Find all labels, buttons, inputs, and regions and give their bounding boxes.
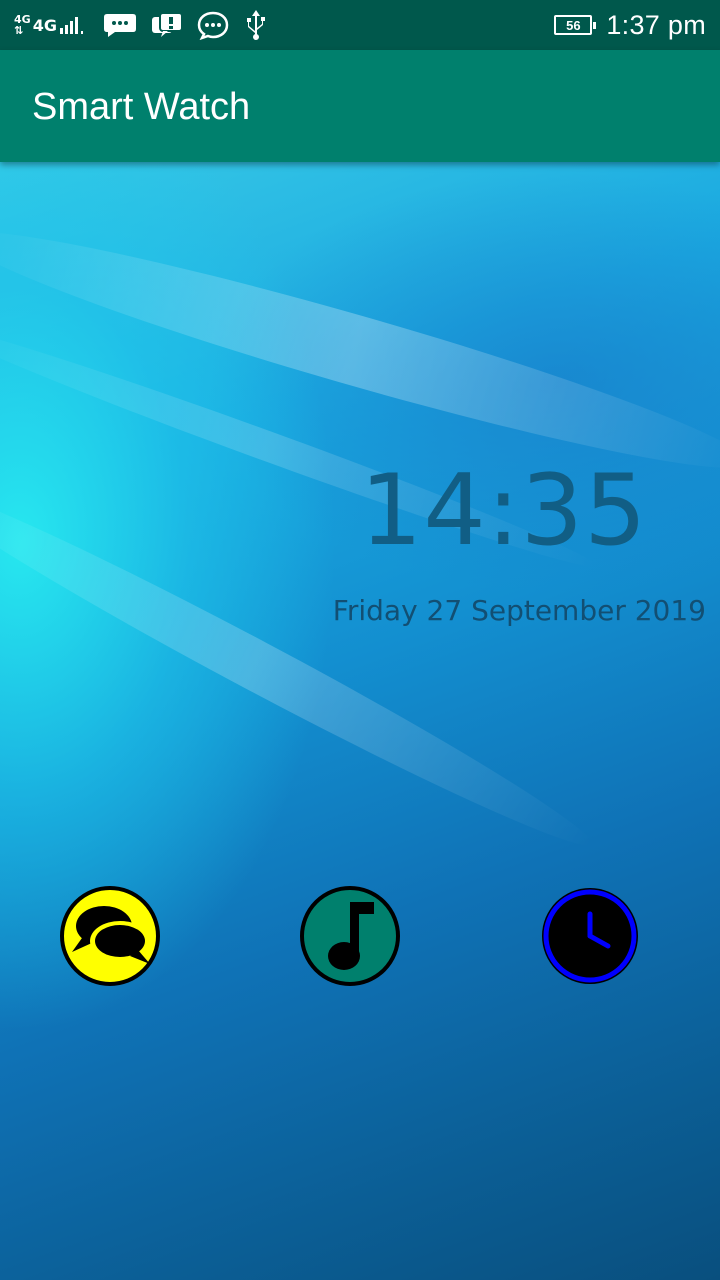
- clock-icon[interactable]: [540, 886, 640, 986]
- light-streak: [0, 203, 720, 497]
- watch-time: 14:35: [360, 454, 648, 568]
- status-icons-right: 56 1:37 pm: [554, 8, 706, 42]
- battery-level: 56: [566, 17, 581, 33]
- message-icon: [103, 14, 136, 37]
- phone-screen: 4G ⇅ 4G 56 1:37 pm Smart Watch 14:35 Fri…: [0, 0, 720, 1280]
- status-bar: 4G ⇅ 4G 56 1:37 pm: [0, 0, 720, 50]
- wallpaper: 14:35 Friday 27 September 2019: [0, 162, 720, 1280]
- watch-date: Friday 27 September 2019: [332, 594, 706, 627]
- music-icon[interactable]: [300, 886, 400, 986]
- signal-bars-icon: [59, 17, 83, 34]
- status-icons-left: 4G ⇅ 4G: [14, 8, 269, 42]
- signal-icon: 4G ⇅ 4G: [14, 14, 89, 36]
- app-bar: Smart Watch: [0, 50, 720, 162]
- messages-icon[interactable]: [60, 886, 160, 986]
- chat-notification-icon: [151, 12, 183, 37]
- app-title: Smart Watch: [32, 86, 251, 128]
- usb-icon: [246, 10, 265, 40]
- status-time: 1:37 pm: [606, 9, 706, 40]
- battery-icon: 56: [554, 15, 597, 35]
- chat-bubble-icon: [197, 11, 229, 40]
- network-type: 4G: [32, 15, 57, 35]
